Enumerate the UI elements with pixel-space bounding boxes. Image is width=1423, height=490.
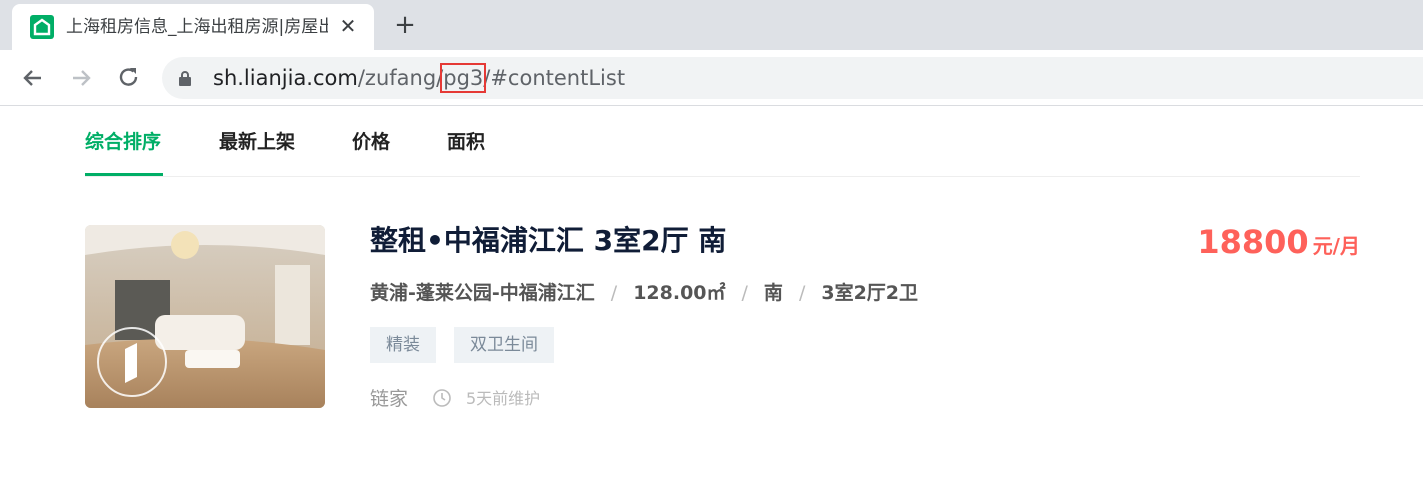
- listing-brand: 链家: [370, 388, 409, 410]
- back-arrow-icon[interactable]: [19, 64, 47, 92]
- url-path-before: /zufang/: [357, 66, 444, 90]
- sort-tab-area[interactable]: 面积: [447, 130, 485, 154]
- sort-bar: 综合排序 最新上架 价格 面积: [85, 106, 1360, 177]
- price-unit: 元/月: [1312, 234, 1360, 258]
- lock-icon: [179, 71, 191, 86]
- sort-tab-price[interactable]: 价格: [352, 130, 390, 154]
- separator: /: [741, 282, 748, 304]
- url-path-after: /#contentList: [483, 66, 626, 90]
- vr-badge-icon: [97, 327, 167, 397]
- listing-photo[interactable]: [85, 225, 325, 408]
- listing-area: 128.00㎡: [633, 282, 726, 304]
- listing-description: 黄浦-蓬莱公园-中福浦江汇 / 128.00㎡ / 南 / 3室2厅2卫: [370, 280, 918, 306]
- lianjia-favicon-icon: [30, 15, 54, 39]
- url-text: sh.lianjia.com/zufang/pg3/#contentList: [213, 63, 626, 93]
- listing-orientation: 南: [763, 282, 783, 304]
- clock-icon: [433, 389, 451, 407]
- browser-toolbar: sh.lianjia.com/zufang/pg3/#contentList: [0, 50, 1423, 106]
- forward-arrow-icon[interactable]: [67, 64, 95, 92]
- listing-layout: 3室2厅2卫: [821, 282, 919, 304]
- listing-location[interactable]: 黄浦-蓬莱公园-中福浦江汇: [370, 282, 595, 304]
- sort-active-underline: [85, 173, 163, 176]
- maintenance-time: 5天前维护: [466, 389, 541, 408]
- listing-title[interactable]: 整租•中福浦江汇 3室2厅 南: [370, 222, 726, 260]
- separator: /: [798, 282, 806, 304]
- tab-close-icon[interactable]: ✕: [337, 12, 359, 40]
- price-value: 18800: [1197, 223, 1309, 261]
- address-bar[interactable]: sh.lianjia.com/zufang/pg3/#contentList: [162, 57, 1423, 99]
- url-page-param: pg3: [440, 63, 487, 93]
- browser-tab-strip: 上海租房信息_上海出租房源|房屋出租价格 ✕ +: [0, 0, 1423, 50]
- browser-tab[interactable]: 上海租房信息_上海出租房源|房屋出租价格 ✕: [12, 4, 374, 50]
- listing-tag: 双卫生间: [454, 327, 554, 363]
- new-tab-button[interactable]: +: [392, 10, 418, 40]
- listing-tag: 精装: [370, 327, 436, 363]
- reload-icon[interactable]: [115, 64, 143, 92]
- separator: /: [610, 282, 618, 304]
- listing-price: 18800 元/月: [1197, 222, 1360, 268]
- sort-tab-default[interactable]: 综合排序: [85, 130, 161, 154]
- tab-title: 上海租房信息_上海出租房源|房屋出租价格: [66, 17, 328, 37]
- url-host: sh.lianjia.com: [213, 66, 358, 90]
- sort-tab-newest[interactable]: 最新上架: [219, 130, 295, 154]
